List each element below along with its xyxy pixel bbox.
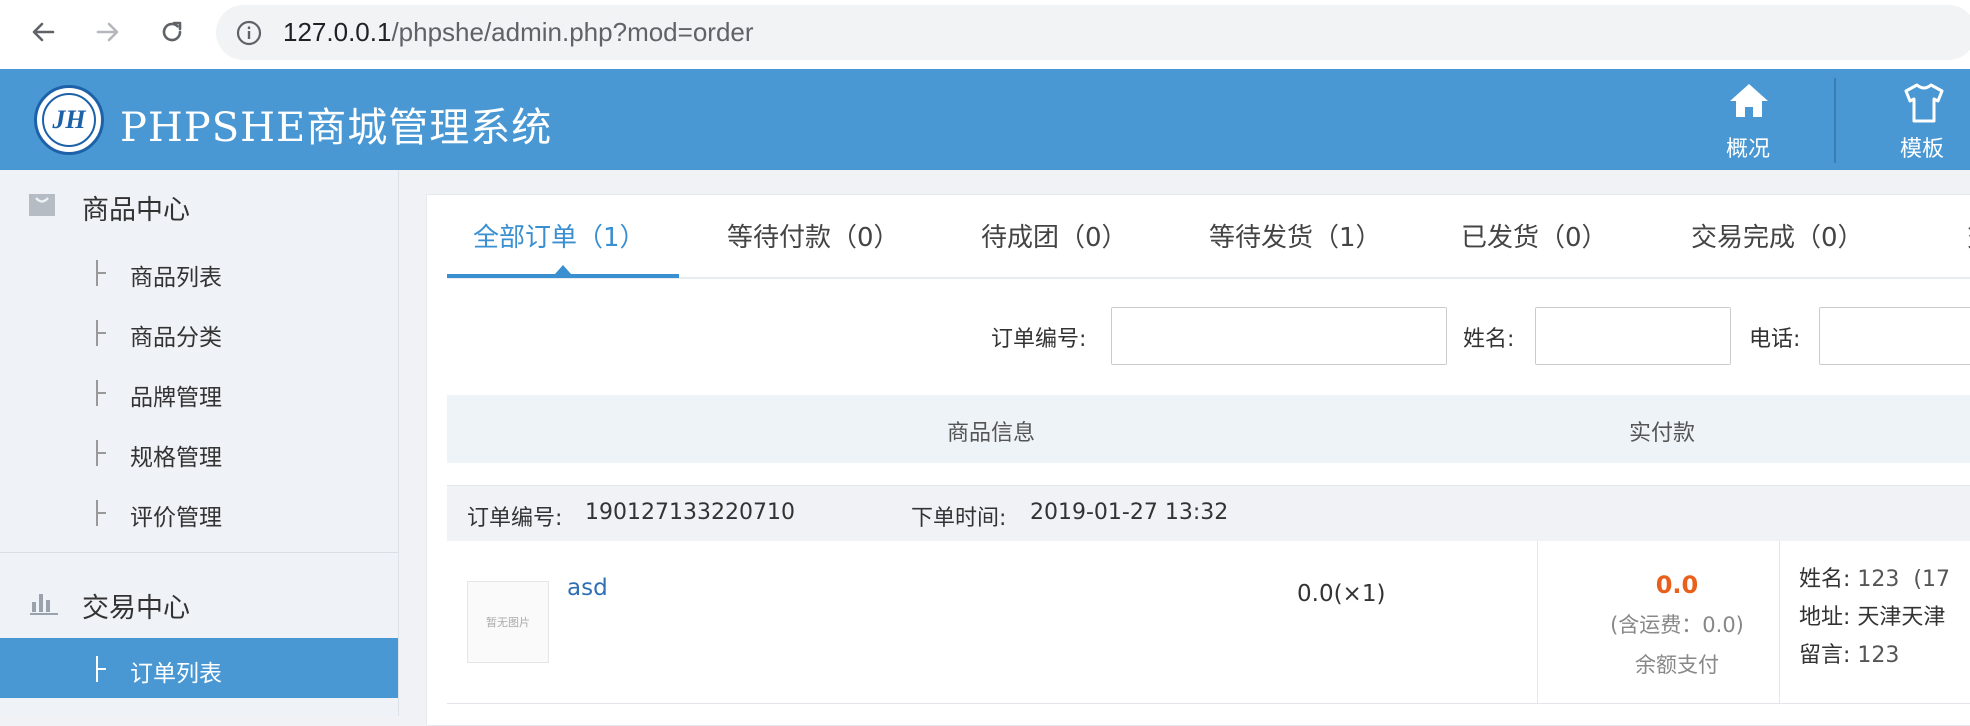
sidebar-item-brand[interactable]: 品牌管理 xyxy=(0,362,398,422)
header-nav-label: 概况 xyxy=(1725,137,1770,162)
tree-tick xyxy=(98,272,106,274)
sidebar-item-label: 品牌管理 xyxy=(130,385,222,411)
order-time-value: 2019-01-27 13:32 xyxy=(1030,500,1229,525)
forward-arrow-icon xyxy=(96,22,119,42)
sidebar-item-label: 评价管理 xyxy=(130,505,222,531)
phone-filter-label: 电话: xyxy=(1749,327,1801,352)
url-text: 127.0.0.1/phpshe/admin.php?mod=order xyxy=(283,17,754,48)
order-meta-row: 订单编号: 190127133220710 下单时间: 2019-01-27 1… xyxy=(447,485,1970,543)
product-price-qty: 0.0(×1) xyxy=(1297,581,1386,607)
address-bar[interactable]: 127.0.0.1/phpshe/admin.php?mod=order xyxy=(216,5,1970,60)
order-row: 暂无图片 asd 0.0(×1) 0.0 (含运费：0.0) 余额支付 姓名: … xyxy=(447,541,1970,704)
sidebar-item-spec[interactable]: 规格管理 xyxy=(0,422,398,482)
tab-await-shipping[interactable]: 等待发货（1） xyxy=(1209,217,1382,254)
browser-toolbar: 127.0.0.1/phpshe/admin.php?mod=order xyxy=(0,0,1970,70)
order-time-label: 下单时间: xyxy=(911,506,1007,531)
column-divider xyxy=(1779,541,1780,703)
order-no-filter-label: 订单编号: xyxy=(991,327,1087,352)
reload-icon xyxy=(162,21,182,42)
tree-tick xyxy=(98,452,106,454)
sidebar: 商品中心 商品列表 商品分类 品牌管理 规格管理 评价管理 交易中心 订单列表 xyxy=(0,170,399,716)
tab-completed[interactable]: 交易完成（0） xyxy=(1691,217,1864,254)
info-icon[interactable] xyxy=(236,20,262,46)
header-divider xyxy=(1834,78,1836,163)
phone-input[interactable] xyxy=(1819,307,1970,365)
receiver-message: 留言: 123 xyxy=(1799,637,1899,669)
receiver-address: 地址: 天津天津 xyxy=(1799,599,1945,631)
back-button[interactable] xyxy=(23,12,63,52)
sidebar-divider xyxy=(0,552,398,553)
paid-amount: 0.0 xyxy=(1655,571,1699,599)
reload-button[interactable] xyxy=(152,12,192,52)
tab-all-orders[interactable]: 全部订单（1） xyxy=(473,217,646,254)
tree-tick xyxy=(98,512,106,514)
receiver-address-label: 地址: xyxy=(1799,605,1851,630)
sidebar-group-trade[interactable]: 交易中心 xyxy=(0,566,398,636)
receiver-name-value: 123 xyxy=(1857,567,1900,592)
back-arrow-icon xyxy=(32,22,55,42)
shipping-fee: (含运费：0.0) xyxy=(1610,613,1744,637)
payment-method: 余额支付 xyxy=(1635,653,1719,677)
order-no-input[interactable] xyxy=(1111,307,1447,365)
tab-shipped[interactable]: 已发货（0） xyxy=(1461,217,1608,254)
receiver-message-value: 123 xyxy=(1857,643,1900,668)
bar-chart-icon xyxy=(30,594,58,615)
bag-icon xyxy=(29,194,55,216)
col-header-goods: 商品信息 xyxy=(947,421,1036,446)
header-nav-label: 模板 xyxy=(1899,137,1944,162)
system-title: PHPSHE商城管理系统 xyxy=(120,105,553,151)
order-no-label: 订单编号: xyxy=(467,506,563,531)
receiver-message-label: 留言: xyxy=(1799,643,1851,668)
sidebar-group-label: 交易中心 xyxy=(82,593,190,624)
product-thumbnail[interactable]: 暂无图片 xyxy=(467,581,549,663)
order-no-value: 190127133220710 xyxy=(585,500,795,525)
name-input[interactable] xyxy=(1535,307,1731,365)
header-nav-template[interactable]: 模板 xyxy=(1862,69,1970,170)
column-divider xyxy=(1537,541,1538,703)
logo-mark: JH xyxy=(42,93,96,147)
col-header-paid: 实付款 xyxy=(1629,421,1696,446)
active-tab-caret xyxy=(555,265,571,274)
table-header: 商品信息 实付款 收 xyxy=(447,395,1970,463)
app-header: JH PHPSHE商城管理系统 概况 模板 xyxy=(0,69,1970,170)
active-tab-underline xyxy=(447,274,679,278)
logo[interactable]: JH xyxy=(34,85,104,155)
url-host: 127.0.0.1 xyxy=(283,17,392,47)
sidebar-item-label: 商品分类 xyxy=(130,325,222,351)
sidebar-group-label: 商品中心 xyxy=(82,195,190,226)
tree-tick xyxy=(98,668,106,670)
shirt-icon xyxy=(1904,83,1944,123)
sidebar-item-goods-list[interactable]: 商品列表 xyxy=(0,242,398,302)
tree-tick xyxy=(98,332,106,334)
sidebar-item-goods-category[interactable]: 商品分类 xyxy=(0,302,398,362)
sidebar-group-goods[interactable]: 商品中心 xyxy=(0,170,398,240)
tree-tick xyxy=(98,392,106,394)
main-panel: 全部订单（1） 等待付款（0） 待成团（0） 等待发货（1） 已发货（0） 交易… xyxy=(426,194,1970,726)
sidebar-item-order-list[interactable]: 订单列表 xyxy=(0,638,398,698)
order-tabs: 全部订单（1） 等待付款（0） 待成团（0） 等待发货（1） 已发货（0） 交易… xyxy=(447,195,1970,279)
forward-button[interactable] xyxy=(88,12,128,52)
product-name-link[interactable]: asd xyxy=(567,575,608,601)
sidebar-item-label: 订单列表 xyxy=(130,661,222,687)
name-filter-label: 姓名: xyxy=(1463,327,1515,352)
sidebar-item-label: 规格管理 xyxy=(130,445,222,471)
sidebar-item-review[interactable]: 评价管理 xyxy=(0,482,398,542)
receiver-address-value: 天津天津 xyxy=(1857,605,1946,630)
receiver-name-label: 姓名: xyxy=(1799,567,1851,592)
sidebar-item-label: 商品列表 xyxy=(130,265,222,291)
tab-await-payment[interactable]: 等待付款（0） xyxy=(727,217,900,254)
header-nav-overview[interactable]: 概况 xyxy=(1688,69,1808,170)
receiver-name: 姓名: 123 (17 xyxy=(1799,561,1950,593)
url-path: /phpshe/admin.php?mod=order xyxy=(391,17,754,47)
home-icon xyxy=(1730,84,1768,117)
receiver-phone: (17 xyxy=(1913,567,1950,592)
tab-await-group[interactable]: 待成团（0） xyxy=(981,217,1128,254)
